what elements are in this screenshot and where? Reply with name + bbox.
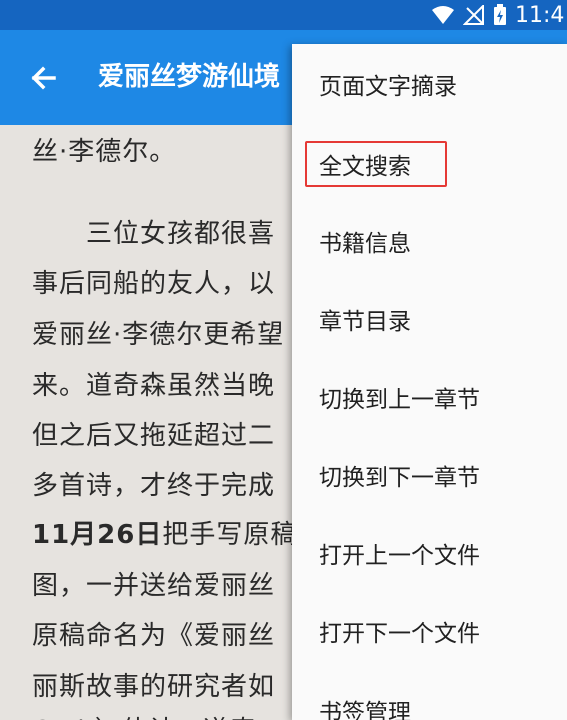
reader-line: 丽斯故事的研究者如 bbox=[32, 672, 276, 702]
menu-item-next-chapter[interactable]: 切换到下一章节 bbox=[292, 445, 567, 505]
reader-line-rest: 把手写原稿 bbox=[162, 520, 298, 550]
reader-line: 11月26日把手写原稿 bbox=[32, 514, 297, 551]
menu-item-bookmark-management[interactable]: 书签管理 bbox=[292, 680, 567, 720]
reader-line: 多首诗，才终于完成 bbox=[32, 471, 276, 501]
app-title: 爱丽丝梦游仙境 bbox=[98, 62, 281, 92]
status-bar: 11:4 bbox=[0, 0, 567, 30]
back-arrow-icon[interactable] bbox=[24, 58, 64, 98]
status-time: 11:4 bbox=[515, 2, 565, 28]
menu-item-open-previous-file[interactable]: 打开上一个文件 bbox=[292, 523, 567, 583]
menu-item-chapter-list[interactable]: 章节目录 bbox=[292, 289, 567, 349]
reader-line: 丝·李德尔。 bbox=[32, 137, 177, 167]
wifi-icon bbox=[432, 6, 454, 24]
battery-charging-icon bbox=[494, 4, 506, 25]
reader-line: 三位女孩都很喜 bbox=[86, 219, 276, 249]
menu-item-previous-chapter[interactable]: 切换到上一章节 bbox=[292, 367, 567, 427]
status-icons: 11:4 bbox=[431, 0, 567, 30]
reader-line: 爱丽丝·李德尔更希望 bbox=[32, 320, 285, 350]
reader-line: 来。道奇森虽然当晚 bbox=[32, 371, 276, 401]
reader-line: 但之后又拖延超过二 bbox=[32, 421, 276, 451]
menu-item-open-next-file[interactable]: 打开下一个文件 bbox=[292, 601, 567, 661]
reader-line: 事后同船的友人，以 bbox=[32, 269, 276, 299]
highlight-box bbox=[305, 141, 447, 187]
menu-item-page-text-excerpt[interactable]: 页面文字摘录 bbox=[292, 54, 567, 114]
reader-line: 原稿命名为《爱丽丝 bbox=[32, 621, 276, 651]
reader-line: Cod ）体认，道奇 bbox=[32, 710, 257, 720]
reader-date-bold: 11月26日 bbox=[32, 520, 163, 550]
menu-item-book-info[interactable]: 书籍信息 bbox=[292, 211, 567, 271]
reader-line: 图，一并送给爱丽丝 bbox=[32, 571, 276, 601]
no-signal-icon bbox=[463, 5, 484, 25]
